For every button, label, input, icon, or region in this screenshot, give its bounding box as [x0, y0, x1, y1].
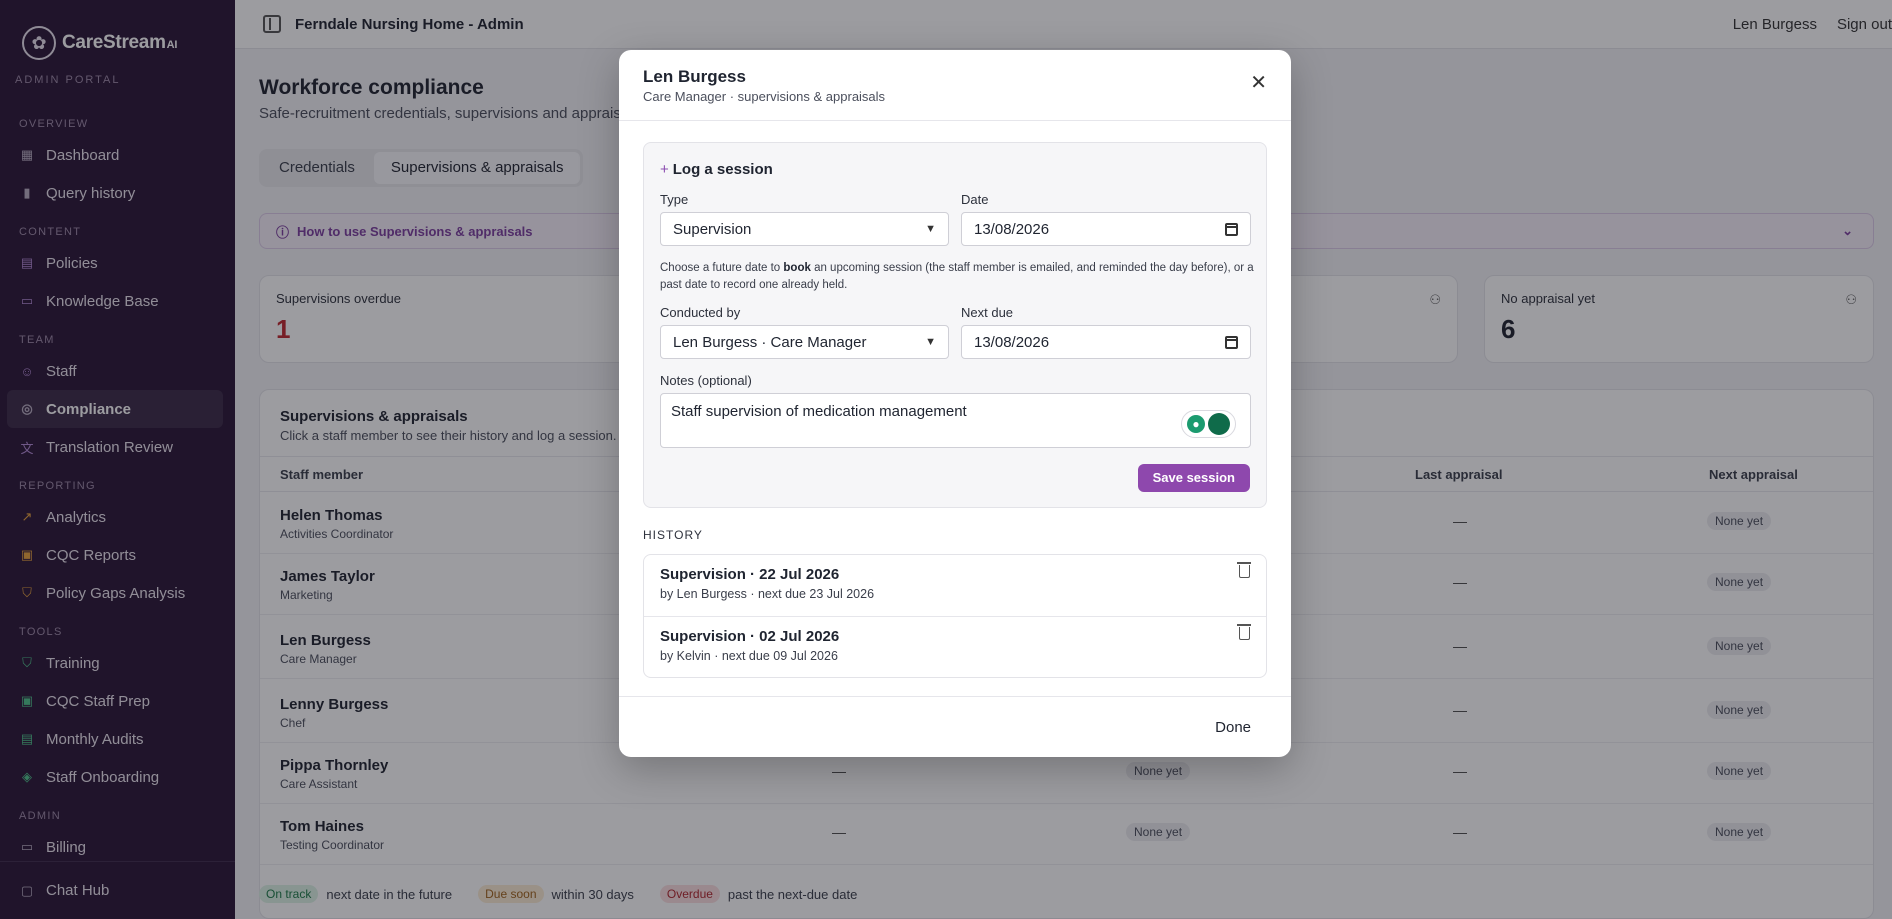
calendar-icon[interactable]: [1225, 335, 1238, 349]
bulb-icon: ●: [1187, 415, 1205, 433]
type-label: Type: [660, 192, 689, 207]
trash-icon[interactable]: [1237, 562, 1251, 578]
notes-textarea[interactable]: Staff supervision of medication manageme…: [660, 393, 1251, 448]
history-detail: by Len Burgess · next due 23 Jul 2026: [660, 587, 875, 601]
date-value: 13/08/2026: [974, 220, 1050, 238]
log-session-title: Log a session: [672, 161, 773, 178]
notes-label: Notes (optional): [660, 373, 752, 388]
history-heading: HISTORY: [643, 528, 703, 542]
date-hint: Choose a future date to book an upcoming…: [660, 262, 1254, 291]
history-title: Supervision · 22 Jul 2026: [660, 566, 840, 583]
plus-icon: +: [660, 161, 669, 178]
done-button[interactable]: Done: [1215, 719, 1251, 736]
history-title: Supervision · 02 Jul 2026: [660, 628, 840, 645]
next-due-label: Next due: [961, 305, 1014, 320]
next-due-input[interactable]: 13/08/2026: [961, 325, 1251, 359]
history-item: Supervision · 02 Jul 2026 by Kelvin · ne…: [644, 616, 1266, 677]
conducted-by-label: Conducted by: [660, 305, 741, 320]
next-due-value: 13/08/2026: [974, 333, 1050, 351]
chevron-down-icon: ▼: [925, 223, 936, 235]
modal-title: Len Burgess: [643, 67, 746, 86]
session-modal: Len Burgess Care Manager · supervisions …: [619, 50, 1291, 757]
save-session-button[interactable]: Save session: [1137, 464, 1250, 492]
modal-subtitle: Care Manager · supervisions & appraisals: [643, 89, 886, 104]
history-list: Supervision · 22 Jul 2026 by Len Burgess…: [643, 554, 1267, 678]
grammarly-widget[interactable]: ●: [1181, 410, 1236, 438]
chevron-down-icon: ▼: [925, 336, 936, 348]
calendar-icon[interactable]: [1225, 222, 1238, 236]
grammarly-logo-icon: [1208, 413, 1230, 435]
divider: [619, 120, 1291, 121]
history-item: Supervision · 22 Jul 2026 by Len Burgess…: [644, 555, 1266, 616]
trash-icon[interactable]: [1237, 624, 1251, 640]
history-detail: by Kelvin · next due 09 Jul 2026: [660, 649, 838, 663]
conducted-by-value: Len Burgess · Care Manager: [673, 333, 867, 351]
divider: [619, 696, 1291, 697]
date-input[interactable]: 13/08/2026: [961, 212, 1251, 246]
log-session-card: + Log a session Type Supervision ▼ Date 1…: [643, 142, 1267, 508]
notes-value: Staff supervision of medication manageme…: [671, 403, 967, 420]
conducted-by-select[interactable]: Len Burgess · Care Manager ▼: [660, 325, 949, 359]
type-select[interactable]: Supervision ▼: [660, 212, 949, 246]
date-label: Date: [961, 192, 989, 207]
type-value: Supervision: [673, 220, 752, 238]
close-icon[interactable]: ✕: [1250, 73, 1267, 93]
